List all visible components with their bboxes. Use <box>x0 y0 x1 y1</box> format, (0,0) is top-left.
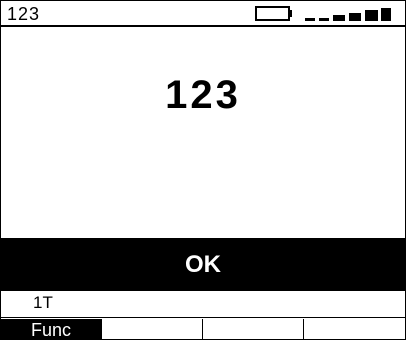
function-key-row: Func <box>1 319 405 339</box>
ok-label: OK <box>185 250 221 278</box>
function-key-1[interactable]: Func <box>1 319 102 339</box>
status-bar: 123 <box>1 1 405 27</box>
mode-label: 1T <box>33 293 53 312</box>
battery-icon <box>255 6 295 21</box>
ok-button[interactable]: OK <box>1 238 405 291</box>
function-key-4[interactable] <box>304 319 405 339</box>
main-value: 123 <box>165 73 241 117</box>
mode-row: 1T <box>1 291 405 318</box>
status-title: 123 <box>7 4 41 24</box>
signal-strength-icon <box>305 5 391 21</box>
function-key-2[interactable] <box>102 319 203 339</box>
function-key-3[interactable] <box>203 319 304 339</box>
device-screen: 123 123 OK 1T Func <box>0 0 406 340</box>
